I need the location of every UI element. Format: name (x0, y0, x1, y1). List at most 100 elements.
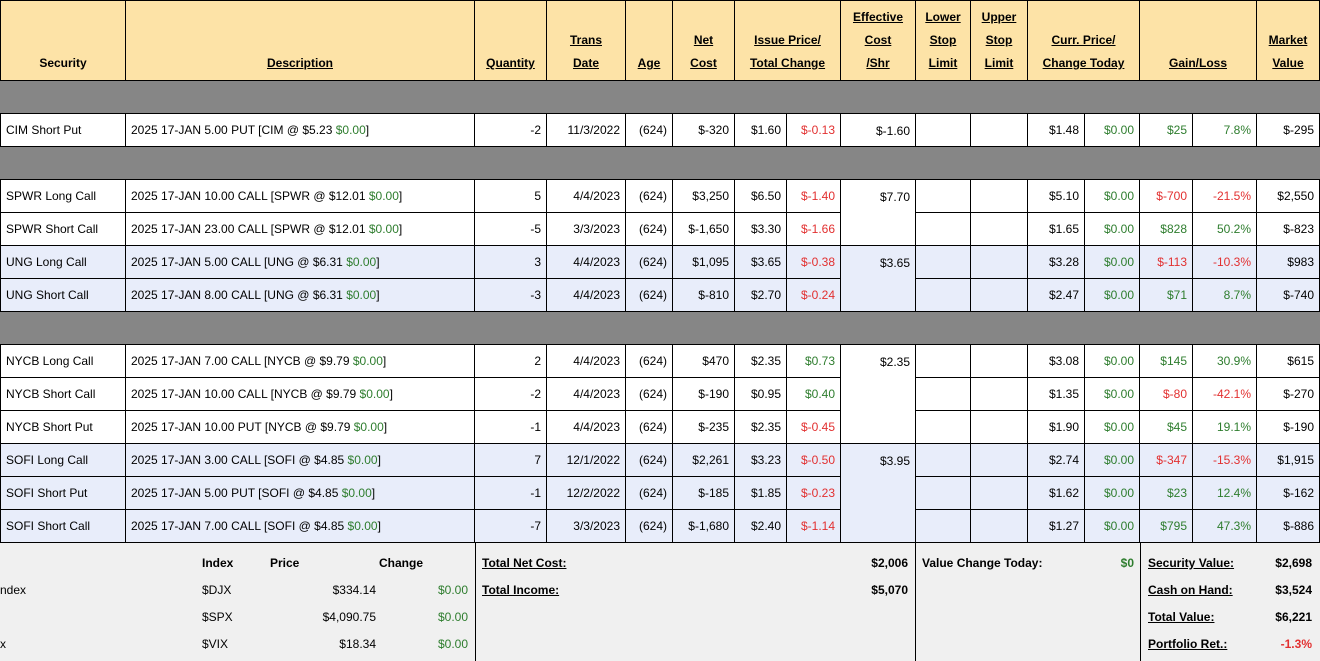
gain-cell: $-700 (1140, 180, 1193, 213)
issue-price: $3.65 (750, 255, 781, 269)
description-cell: 2025 17-JAN 7.00 CALL [SOFI @ $4.85 $0.0… (126, 510, 475, 543)
header-text[interactable]: Limit (929, 52, 958, 75)
header-text[interactable]: Change Today (1043, 52, 1125, 75)
total-change: $-1.14 (800, 519, 835, 533)
header-text[interactable]: /Shr (866, 52, 889, 75)
age: (624) (638, 189, 667, 203)
underlying-change: $0.00 (368, 222, 399, 236)
trans-date-cell: 12/1/2022 (547, 444, 626, 477)
index-price: $334.14 (332, 583, 376, 597)
gain-loss-percent: 47.3% (1216, 519, 1251, 533)
header-text[interactable]: Value (1272, 52, 1303, 75)
header-text[interactable]: Curr. Price/ (1051, 29, 1115, 52)
header-text[interactable]: Stop (986, 29, 1013, 52)
security-name: SOFI Short Call (6, 519, 91, 533)
trans-date-cell: 4/4/2023 (547, 246, 626, 279)
net-cost: $2,261 (692, 453, 729, 467)
age: (624) (638, 222, 667, 236)
header-text[interactable]: Stop (930, 29, 957, 52)
gain-loss-percent: -42.1% (1212, 387, 1251, 401)
column-header-gain-loss: Gain/Loss (1140, 0, 1257, 81)
age-cell: (624) (626, 444, 673, 477)
header-text[interactable]: Age (638, 52, 661, 75)
header-text[interactable]: Lower (925, 6, 960, 29)
total-income-value: $5,070 (871, 583, 908, 597)
effective-cost: $3.65 (879, 256, 910, 270)
header-text[interactable]: Net (694, 29, 713, 52)
upper-stop-cell (971, 378, 1028, 411)
gain-loss-amount: $71 (1166, 288, 1187, 302)
index-symbol: $VIX (202, 637, 229, 651)
age: (624) (638, 519, 667, 533)
gain-pct-cell: 12.4% (1193, 477, 1257, 510)
curr-price: $1.48 (1048, 123, 1079, 137)
trans-date-cell: 4/4/2023 (547, 411, 626, 444)
curr-price-cell: $2.74 (1028, 444, 1085, 477)
change-today: $0.00 (1103, 486, 1134, 500)
total-change-cell: $0.40 (787, 378, 841, 411)
header-text[interactable]: Date (573, 52, 599, 75)
upper-stop-cell (971, 510, 1028, 543)
quantity: -3 (530, 288, 541, 302)
age-cell: (624) (626, 180, 673, 213)
quantity: -1 (530, 420, 541, 434)
trans-date-cell: 12/2/2022 (547, 477, 626, 510)
curr-price-cell: $1.62 (1028, 477, 1085, 510)
header-text[interactable]: Description (267, 52, 333, 75)
option-description: 2025 17-JAN 5.00 PUT [SOFI @ $4.85 (131, 486, 342, 500)
trans-date-cell: 11/3/2022 (547, 114, 626, 147)
change-today-cell: $0.00 (1085, 246, 1140, 279)
change-header: Change (379, 556, 424, 570)
gain-cell: $23 (1140, 477, 1193, 510)
market-value-cell: $-886 (1257, 510, 1320, 543)
header-text[interactable]: Market (1269, 29, 1308, 52)
index-price: $4,090.75 (322, 610, 376, 624)
age: (624) (638, 123, 667, 137)
header-text[interactable]: Trans (570, 29, 602, 52)
header-text[interactable]: Gain/Loss (1169, 52, 1227, 75)
header-text[interactable]: Limit (985, 52, 1014, 75)
effective-cost: $7.70 (879, 190, 910, 204)
age-cell: (624) (626, 213, 673, 246)
security-value-label: Security Value: (1148, 556, 1235, 570)
header-text[interactable]: Issue Price/ (754, 29, 821, 52)
trans-date: 4/4/2023 (573, 288, 620, 302)
total-change-cell: $-1.66 (787, 213, 841, 246)
lower-stop-cell (916, 510, 971, 543)
gain-pct-cell: -42.1% (1193, 378, 1257, 411)
description-cell: 2025 17-JAN 23.00 CALL [SPWR @ $12.01 $0… (126, 213, 475, 246)
index-change: $0.00 (437, 583, 468, 597)
total-change-cell: $0.73 (787, 345, 841, 378)
description-cell: 2025 17-JAN 10.00 PUT [NYCB @ $9.79 $0.0… (126, 411, 475, 444)
curr-price: $3.08 (1048, 354, 1079, 368)
trans-date: 12/1/2022 (566, 453, 620, 467)
underlying-change: $0.00 (335, 123, 366, 137)
header-text[interactable]: Upper (982, 6, 1017, 29)
header-text[interactable]: Quantity (486, 52, 535, 75)
age-cell: (624) (626, 378, 673, 411)
gain-pct-cell: 7.8% (1193, 114, 1257, 147)
gain-cell: $828 (1140, 213, 1193, 246)
upper-stop-cell (971, 246, 1028, 279)
option-description: 2025 17-JAN 3.00 CALL [SOFI @ $4.85 (131, 453, 348, 467)
header-text[interactable]: Total Change (750, 52, 825, 75)
total-change: $0.40 (804, 387, 835, 401)
header-text[interactable]: Cost (690, 52, 717, 75)
lower-stop-cell (916, 444, 971, 477)
net-cost-cell: $-190 (673, 378, 735, 411)
issue-price: $2.70 (750, 288, 781, 302)
underlying-change: $0.00 (347, 519, 378, 533)
gain-loss-percent: -21.5% (1212, 189, 1251, 203)
curr-price-cell: $1.35 (1028, 378, 1085, 411)
trans-date-cell: 3/3/2023 (547, 510, 626, 543)
header-text[interactable]: Effective (853, 6, 903, 29)
underlying-change: $0.00 (359, 387, 390, 401)
curr-price-cell: $1.65 (1028, 213, 1085, 246)
security-name: SPWR Short Call (6, 222, 99, 236)
curr-price: $1.65 (1048, 222, 1079, 236)
header-text[interactable]: Cost (865, 29, 892, 52)
description-end: ] (377, 519, 381, 533)
gain-loss-amount: $795 (1160, 519, 1187, 533)
column-header-upper-stop: Upper Stop Limit (971, 0, 1028, 81)
lower-stop-cell (916, 180, 971, 213)
